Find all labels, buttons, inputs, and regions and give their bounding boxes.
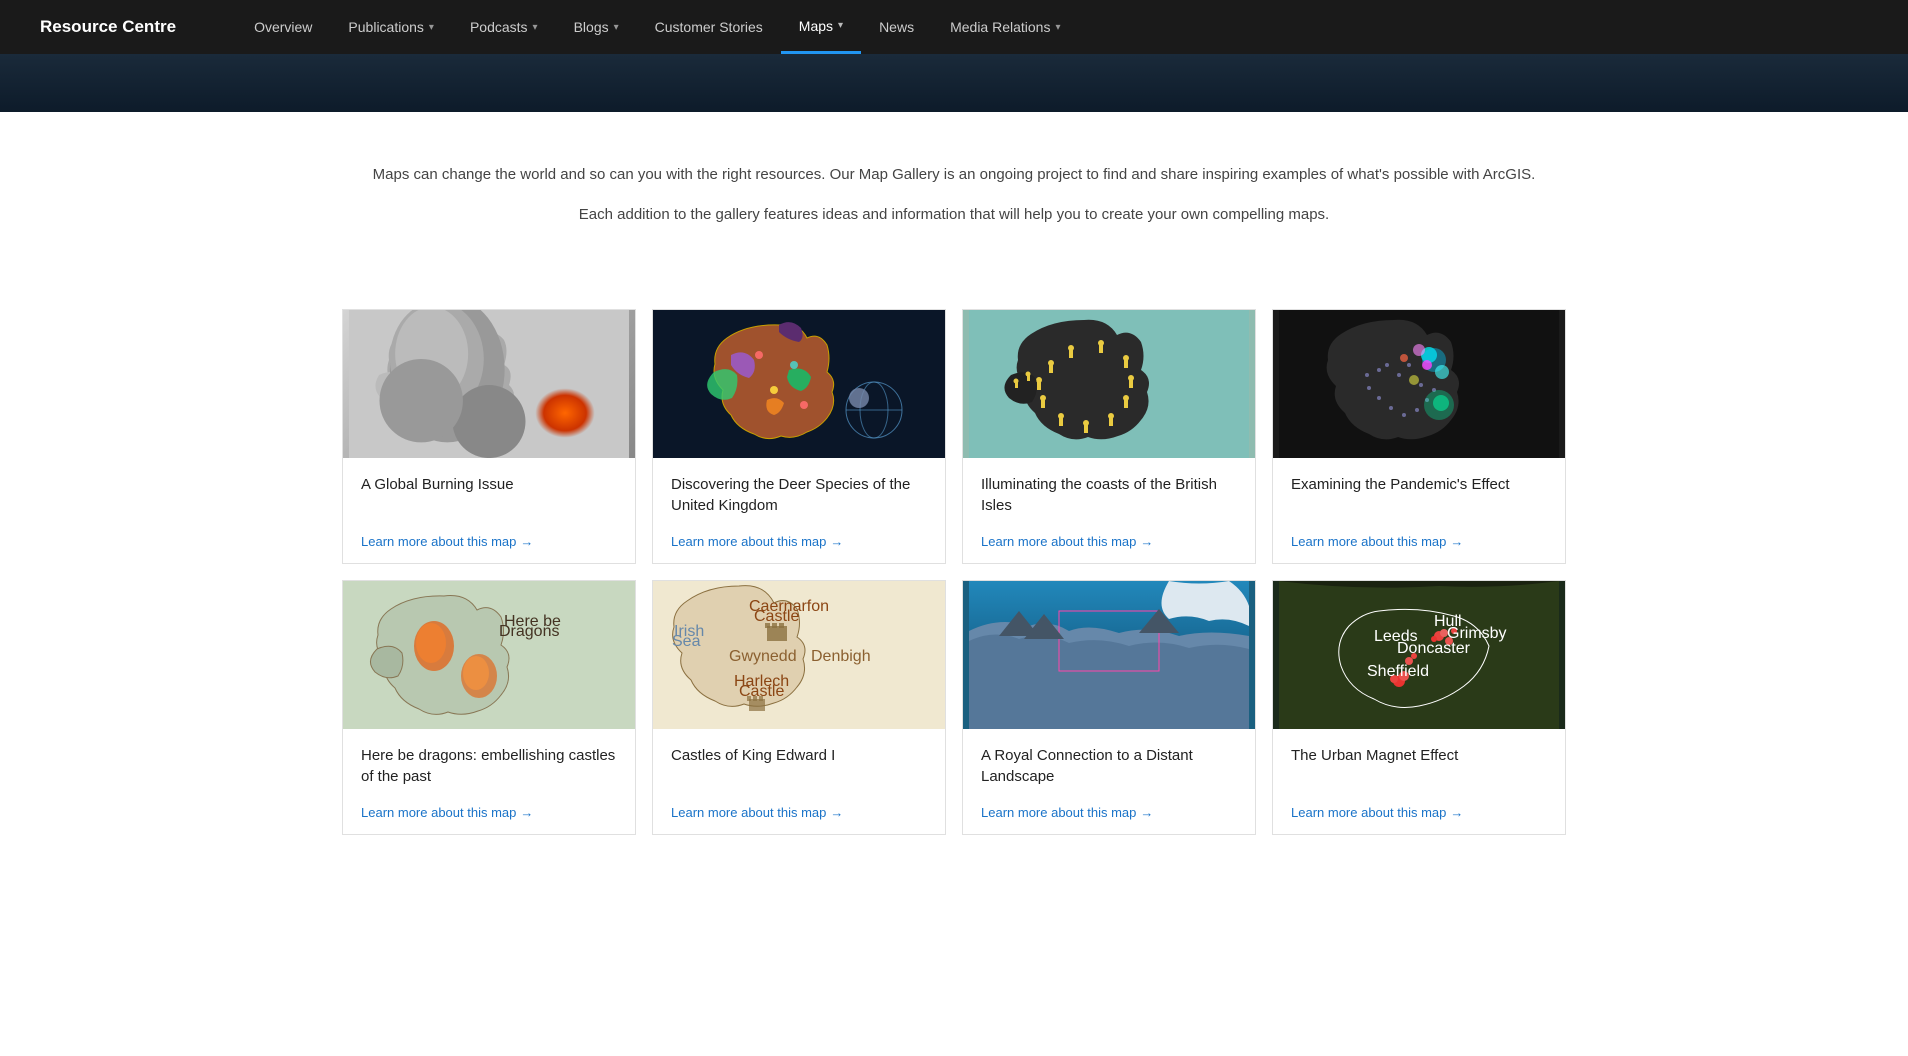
map-card-content: Here be dragons: embellishing castles of… bbox=[343, 729, 635, 834]
svg-text:Castle: Castle bbox=[754, 608, 799, 625]
map-card-burning: A Global Burning Issue Learn more about … bbox=[342, 309, 636, 564]
map-card-coasts: Illuminating the coasts of the British I… bbox=[962, 309, 1256, 564]
navbar: Resource Centre Overview Publications ▾ … bbox=[0, 0, 1908, 54]
nav-item-overview[interactable]: Overview bbox=[236, 0, 330, 54]
nav-menu: Overview Publications ▾ Podcasts ▾ Blogs… bbox=[236, 0, 1078, 54]
nav-item-customer-stories[interactable]: Customer Stories bbox=[637, 0, 781, 54]
svg-text:Dragons: Dragons bbox=[499, 623, 559, 640]
map-card-pandemic: Examining the Pandemic's Effect Learn mo… bbox=[1272, 309, 1566, 564]
learn-more-link[interactable]: Learn more about this map → bbox=[671, 805, 927, 820]
map-image-royal bbox=[963, 581, 1255, 729]
map-card-content: The Urban Magnet Effect Learn more about… bbox=[1273, 729, 1565, 834]
arrow-icon: → bbox=[520, 805, 533, 820]
map-title: Illuminating the coasts of the British I… bbox=[981, 474, 1237, 516]
intro-section: Maps can change the world and so can you… bbox=[0, 112, 1908, 281]
arrow-icon: → bbox=[520, 534, 533, 549]
map-title: Examining the Pandemic's Effect bbox=[1291, 474, 1547, 514]
map-gallery-grid: A Global Burning Issue Learn more about … bbox=[294, 301, 1614, 843]
svg-text:Denbigh: Denbigh bbox=[811, 648, 871, 665]
chevron-down-icon: ▾ bbox=[429, 22, 434, 33]
map-title: Castles of King Edward I bbox=[671, 745, 927, 785]
svg-text:Sea: Sea bbox=[672, 633, 701, 650]
map-card-content: Discovering the Deer Species of the Unit… bbox=[653, 458, 945, 563]
map-image-pandemic bbox=[1273, 310, 1565, 458]
learn-more-link[interactable]: Learn more about this map → bbox=[361, 805, 617, 820]
learn-more-link[interactable]: Learn more about this map → bbox=[981, 805, 1237, 820]
map-visual-urban: Hull Grimsby Doncaster Sheffield Leeds bbox=[1273, 581, 1565, 729]
map-title: Discovering the Deer Species of the Unit… bbox=[671, 474, 927, 516]
arrow-icon: → bbox=[830, 534, 843, 549]
learn-more-link[interactable]: Learn more about this map → bbox=[1291, 534, 1547, 549]
map-image-dragons: Here be Dragons bbox=[343, 581, 635, 729]
map-visual-deer bbox=[653, 310, 945, 458]
map-title: The Urban Magnet Effect bbox=[1291, 745, 1547, 785]
learn-more-link[interactable]: Learn more about this map → bbox=[1291, 805, 1547, 820]
map-visual-pandemic bbox=[1273, 310, 1565, 458]
map-visual-burning bbox=[343, 310, 635, 458]
intro-line2: Each addition to the gallery features id… bbox=[300, 202, 1608, 228]
svg-text:Gwynedd: Gwynedd bbox=[729, 648, 797, 665]
chevron-down-icon: ▾ bbox=[614, 22, 619, 33]
map-card-urban: Hull Grimsby Doncaster Sheffield Leeds T… bbox=[1272, 580, 1566, 835]
map-card-deer: Discovering the Deer Species of the Unit… bbox=[652, 309, 946, 564]
learn-more-link[interactable]: Learn more about this map → bbox=[981, 534, 1237, 549]
nav-item-media-relations[interactable]: Media Relations ▾ bbox=[932, 0, 1078, 54]
nav-item-news[interactable]: News bbox=[861, 0, 932, 54]
nav-item-maps[interactable]: Maps ▾ bbox=[781, 0, 861, 54]
nav-item-blogs[interactable]: Blogs ▾ bbox=[556, 0, 637, 54]
map-image-burning bbox=[343, 310, 635, 458]
map-card-content: A Royal Connection to a Distant Landscap… bbox=[963, 729, 1255, 834]
map-image-castles: Caernarfon Castle Gwynedd Harlech Castle… bbox=[653, 581, 945, 729]
arrow-icon: → bbox=[1140, 534, 1153, 549]
chevron-down-icon: ▾ bbox=[838, 20, 843, 31]
map-visual-dragons: Here be Dragons bbox=[343, 581, 635, 729]
map-card-content: A Global Burning Issue Learn more about … bbox=[343, 458, 635, 563]
svg-text:Sheffield: Sheffield bbox=[1367, 663, 1429, 680]
map-card-castles: Caernarfon Castle Gwynedd Harlech Castle… bbox=[652, 580, 946, 835]
arrow-icon: → bbox=[1450, 534, 1463, 549]
nav-item-publications[interactable]: Publications ▾ bbox=[330, 0, 452, 54]
map-title: A Global Burning Issue bbox=[361, 474, 617, 514]
map-card-content: Castles of King Edward I Learn more abou… bbox=[653, 729, 945, 834]
chevron-down-icon: ▾ bbox=[1055, 22, 1060, 33]
learn-more-link[interactable]: Learn more about this map → bbox=[671, 534, 927, 549]
map-image-deer bbox=[653, 310, 945, 458]
map-card-content: Examining the Pandemic's Effect Learn mo… bbox=[1273, 458, 1565, 563]
map-visual-castles: Caernarfon Castle Gwynedd Harlech Castle… bbox=[653, 581, 945, 729]
map-card-dragons: Here be Dragons Here be dragons: embelli… bbox=[342, 580, 636, 835]
arrow-icon: → bbox=[1450, 805, 1463, 820]
map-title: A Royal Connection to a Distant Landscap… bbox=[981, 745, 1237, 787]
learn-more-link[interactable]: Learn more about this map → bbox=[361, 534, 617, 549]
brand-logo[interactable]: Resource Centre bbox=[40, 17, 176, 37]
nav-item-podcasts[interactable]: Podcasts ▾ bbox=[452, 0, 556, 54]
chevron-down-icon: ▾ bbox=[533, 22, 538, 33]
map-card-content: Illuminating the coasts of the British I… bbox=[963, 458, 1255, 563]
map-card-royal: A Royal Connection to a Distant Landscap… bbox=[962, 580, 1256, 835]
map-title: Here be dragons: embellishing castles of… bbox=[361, 745, 617, 787]
map-image-coasts bbox=[963, 310, 1255, 458]
map-visual-royal bbox=[963, 581, 1255, 729]
svg-text:Leeds: Leeds bbox=[1374, 628, 1418, 645]
arrow-icon: → bbox=[1140, 805, 1153, 820]
hero-banner bbox=[0, 54, 1908, 112]
intro-line1: Maps can change the world and so can you… bbox=[300, 162, 1608, 188]
map-visual-coasts bbox=[963, 310, 1255, 458]
arrow-icon: → bbox=[830, 805, 843, 820]
map-image-urban: Hull Grimsby Doncaster Sheffield Leeds bbox=[1273, 581, 1565, 729]
